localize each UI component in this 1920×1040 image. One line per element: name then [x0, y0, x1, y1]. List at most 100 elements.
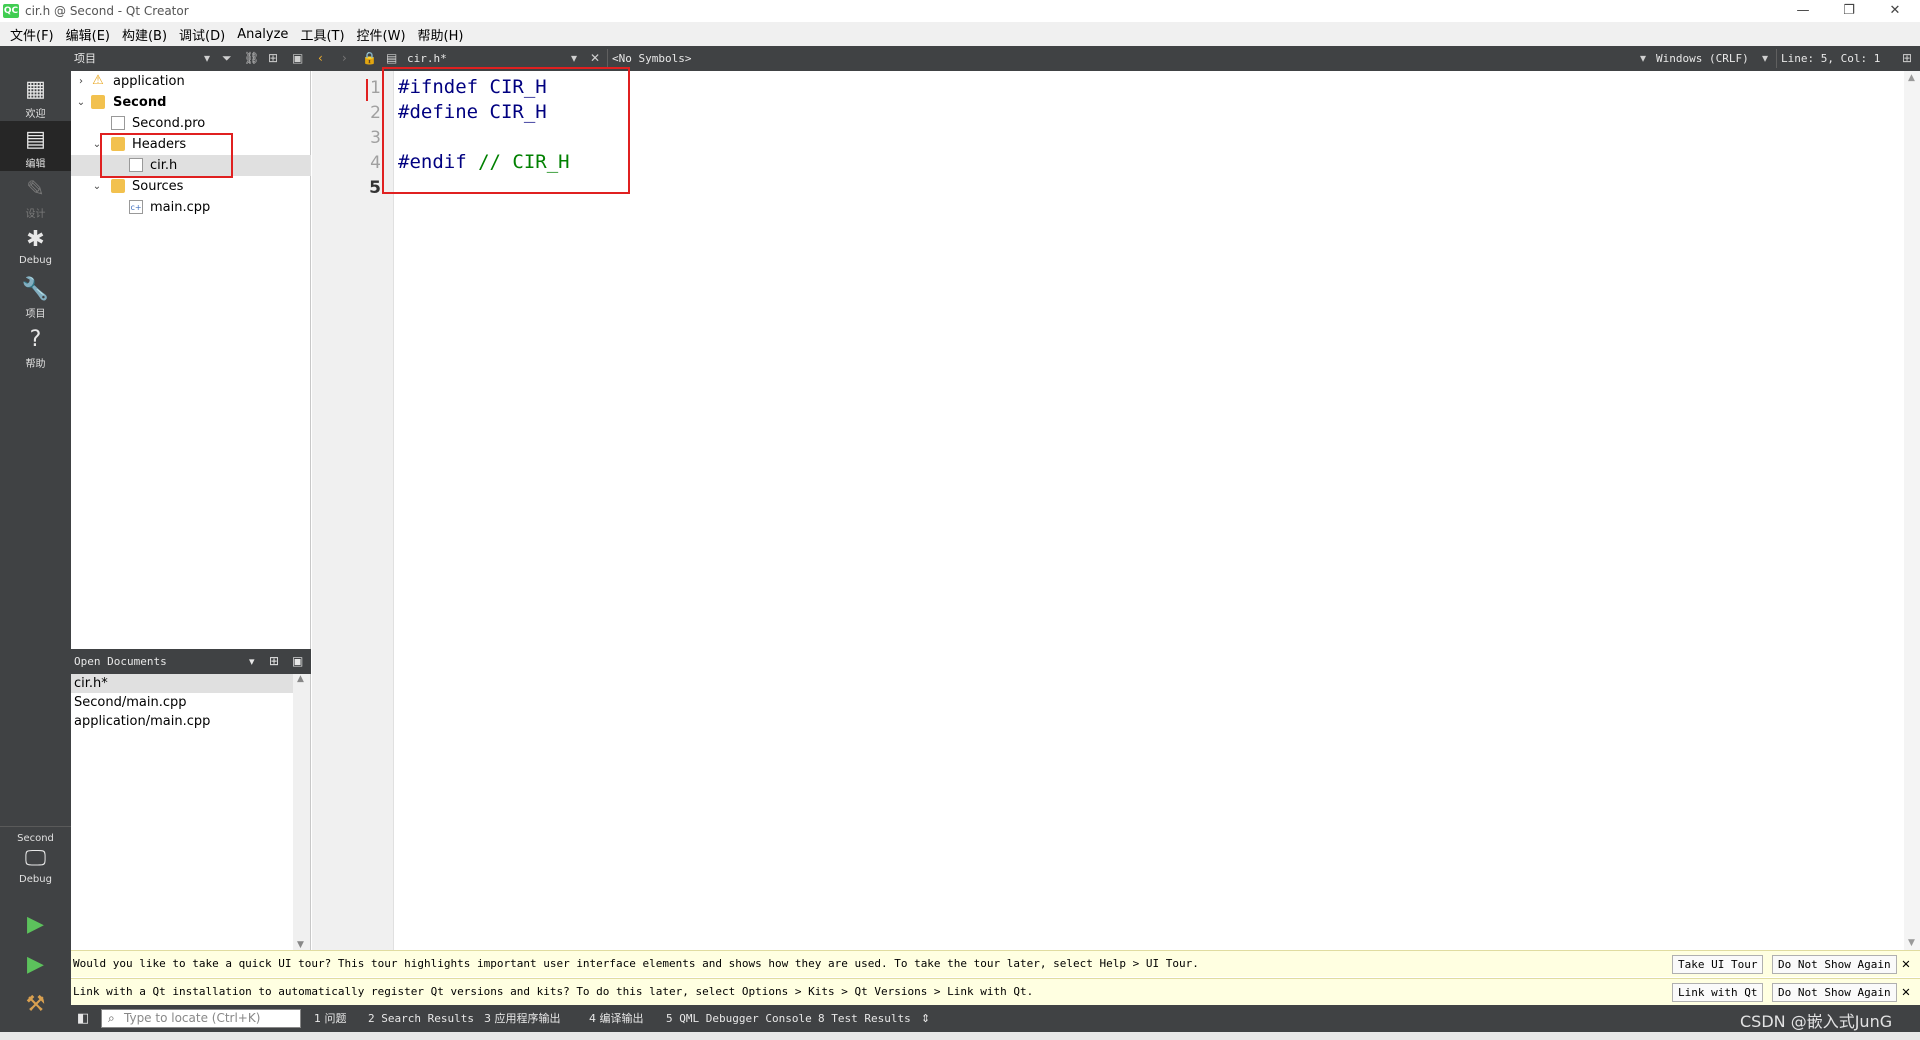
link-icon[interactable]: ⛓ [244, 46, 259, 71]
mode-edit[interactable]: ▤ 编辑 [0, 121, 71, 171]
close-pane-icon[interactable]: ▣ [292, 649, 303, 674]
line-number: 4 [370, 153, 381, 173]
position-dropdown-icon[interactable]: ▾ [1762, 46, 1768, 71]
scrollbar[interactable]: ▲ ▼ [293, 674, 310, 950]
menu-analyze[interactable]: Analyze [231, 27, 294, 42]
mode-projects[interactable]: 🔧 项目 [0, 271, 71, 321]
open-documents-list: cir.h* Second/main.cpp application/main.… [71, 674, 311, 950]
tab-test-results[interactable]: 8 Test Results [818, 1005, 911, 1032]
menu-debug[interactable]: 调试(D) [173, 25, 231, 44]
lock-icon: 🔒 [362, 51, 377, 65]
split-editor-icon[interactable]: ⊞ [1902, 46, 1912, 71]
divider [1776, 49, 1777, 68]
mode-design[interactable]: ✎ 设计 [0, 171, 71, 221]
project-icon [91, 95, 105, 109]
mode-welcome[interactable]: ▦ 欢迎 [0, 71, 71, 121]
tab-search-results[interactable]: 2 Search Results [368, 1005, 474, 1032]
tree-item-second-pro[interactable]: Second.pro [71, 113, 311, 134]
qt-creator-logo-icon: QC [3, 4, 19, 18]
menu-widgets[interactable]: 控件(W) [351, 25, 412, 44]
title-bar: QC cir.h @ Second - Qt Creator — ❐ ✕ [0, 0, 1920, 22]
line-number: 2 [370, 103, 381, 123]
mode-debug[interactable]: ✱ Debug [0, 221, 71, 271]
mode-bar: ▦ 欢迎 ▤ 编辑 ✎ 设计 ✱ Debug 🔧 项目 ? 帮助 Second … [0, 71, 71, 1040]
pane-title: 项目 [74, 52, 96, 65]
warning-icon: ⚠ [92, 73, 104, 88]
list-item[interactable]: cir.h* [71, 674, 294, 693]
scroll-up-icon[interactable]: ▲ [1908, 73, 1915, 83]
folder-icon [111, 179, 125, 193]
toggle-sidebar-icon[interactable]: ◧ [77, 1005, 89, 1032]
take-ui-tour-button[interactable]: Take UI Tour [1672, 955, 1764, 974]
kit-selector[interactable]: Second 🖵 Debug [0, 831, 71, 903]
line-number: 3 [370, 128, 381, 148]
close-button[interactable]: ✕ [1872, 0, 1918, 22]
mode-help[interactable]: ? 帮助 [0, 321, 71, 371]
menu-help[interactable]: 帮助(H) [412, 25, 470, 44]
menu-edit[interactable]: 编辑(E) [60, 25, 116, 44]
tree-item-sources[interactable]: ⌄ Sources [71, 176, 311, 197]
line-number: 1 [370, 78, 381, 98]
scroll-down-icon[interactable]: ▼ [1908, 938, 1915, 948]
maximize-button[interactable]: ❐ [1826, 0, 1872, 22]
line-ending-dropdown-icon[interactable]: ▾ [1640, 46, 1646, 71]
line-ending-selector[interactable]: Windows (CRLF) [1656, 46, 1749, 71]
do-not-show-again-button[interactable]: Do Not Show Again [1772, 983, 1897, 1002]
tree-item-main-cpp[interactable]: c+ main.cpp [71, 197, 311, 218]
close-icon[interactable]: ✕ [1898, 979, 1914, 1005]
scroll-down-icon[interactable]: ▼ [297, 940, 304, 950]
ui-tour-infobar: Would you like to take a quick UI tour? … [71, 950, 1920, 977]
build-button[interactable]: ⚒ [0, 986, 71, 1026]
split-icon[interactable]: ⊞ [268, 46, 278, 71]
chevron-down-icon[interactable]: ⌄ [91, 176, 103, 197]
list-item[interactable]: application/main.cpp [71, 712, 294, 731]
dropdown-arrow-icon[interactable]: ▾ [249, 649, 255, 674]
split-icon[interactable]: ⊞ [269, 649, 279, 674]
monitor-icon: 🖵 [24, 846, 47, 871]
infobar-message: Link with a Qt installation to automatic… [73, 985, 1034, 998]
play-icon: ▶ [27, 912, 44, 937]
editor-scrollbar[interactable]: ▲ ▼ [1904, 71, 1920, 950]
forward-arrow-icon[interactable]: › [342, 46, 347, 71]
tree-item-second[interactable]: ⌄ Second [71, 92, 311, 113]
list-item[interactable]: Second/main.cpp [71, 693, 294, 712]
dropdown-arrow-icon[interactable]: ▾ [204, 46, 210, 71]
menu-file[interactable]: 文件(F) [4, 25, 60, 44]
menu-build[interactable]: 构建(B) [116, 25, 173, 44]
tab-compile-output[interactable]: 4 编译输出 [589, 1005, 644, 1032]
editor-toolbar: 项目 ▾ ⏷ ⛓ ⊞ ▣ ‹ › 🔒 ▤ cir.h* ▾ ✕ <No Symb… [0, 46, 1920, 71]
window-title: cir.h @ Second - Qt Creator [25, 4, 189, 18]
filter-icon[interactable]: ⏷ [222, 46, 232, 71]
kit-config-label: Debug [19, 874, 52, 885]
tab-application-output[interactable]: 3 应用程序输出 [484, 1005, 561, 1032]
line-number: 5 [369, 178, 381, 198]
link-with-qt-button[interactable]: Link with Qt [1672, 983, 1764, 1002]
search-icon: ⌕ [108, 1011, 115, 1025]
scroll-up-icon[interactable]: ▲ [297, 674, 304, 684]
line-number-gutter: 1 2 3 4 5 [312, 71, 394, 950]
edit-icon: ▤ [25, 127, 46, 152]
divider [607, 49, 608, 68]
pencil-icon: ✎ [26, 177, 45, 202]
chevron-right-icon[interactable]: › [75, 71, 87, 92]
tree-item-application[interactable]: › ⚠ application [71, 71, 311, 92]
tab-qml-debugger-console[interactable]: 5 QML Debugger Console [666, 1005, 812, 1032]
debug-run-button[interactable]: ▶ [0, 946, 71, 986]
locator-input[interactable]: Type to locate (Ctrl+K) [101, 1009, 301, 1028]
chevron-down-icon[interactable]: ⌄ [75, 92, 87, 113]
kit-project-label: Second [17, 833, 54, 844]
more-panes-icon[interactable]: ⇕ [921, 1005, 930, 1032]
cpp-file-icon: c+ [129, 200, 143, 214]
close-icon[interactable]: ✕ [1898, 951, 1914, 977]
link-qt-infobar: Link with a Qt installation to automatic… [71, 978, 1920, 1005]
code-editor[interactable]: #ifndef CIR_H #define CIR_H #endif // CI… [395, 71, 1904, 950]
cursor-position[interactable]: Line: 5, Col: 1 [1781, 46, 1880, 71]
minimize-button[interactable]: — [1780, 0, 1826, 22]
close-pane-icon[interactable]: ▣ [292, 46, 303, 71]
back-arrow-icon[interactable]: ‹ [318, 46, 323, 71]
menu-tools[interactable]: 工具(T) [294, 25, 350, 44]
window-bottom-edge [0, 1032, 1920, 1040]
tab-issues[interactable]: 1 问题 [314, 1005, 347, 1032]
do-not-show-again-button[interactable]: Do Not Show Again [1772, 955, 1897, 974]
run-button[interactable]: ▶ [0, 906, 71, 946]
